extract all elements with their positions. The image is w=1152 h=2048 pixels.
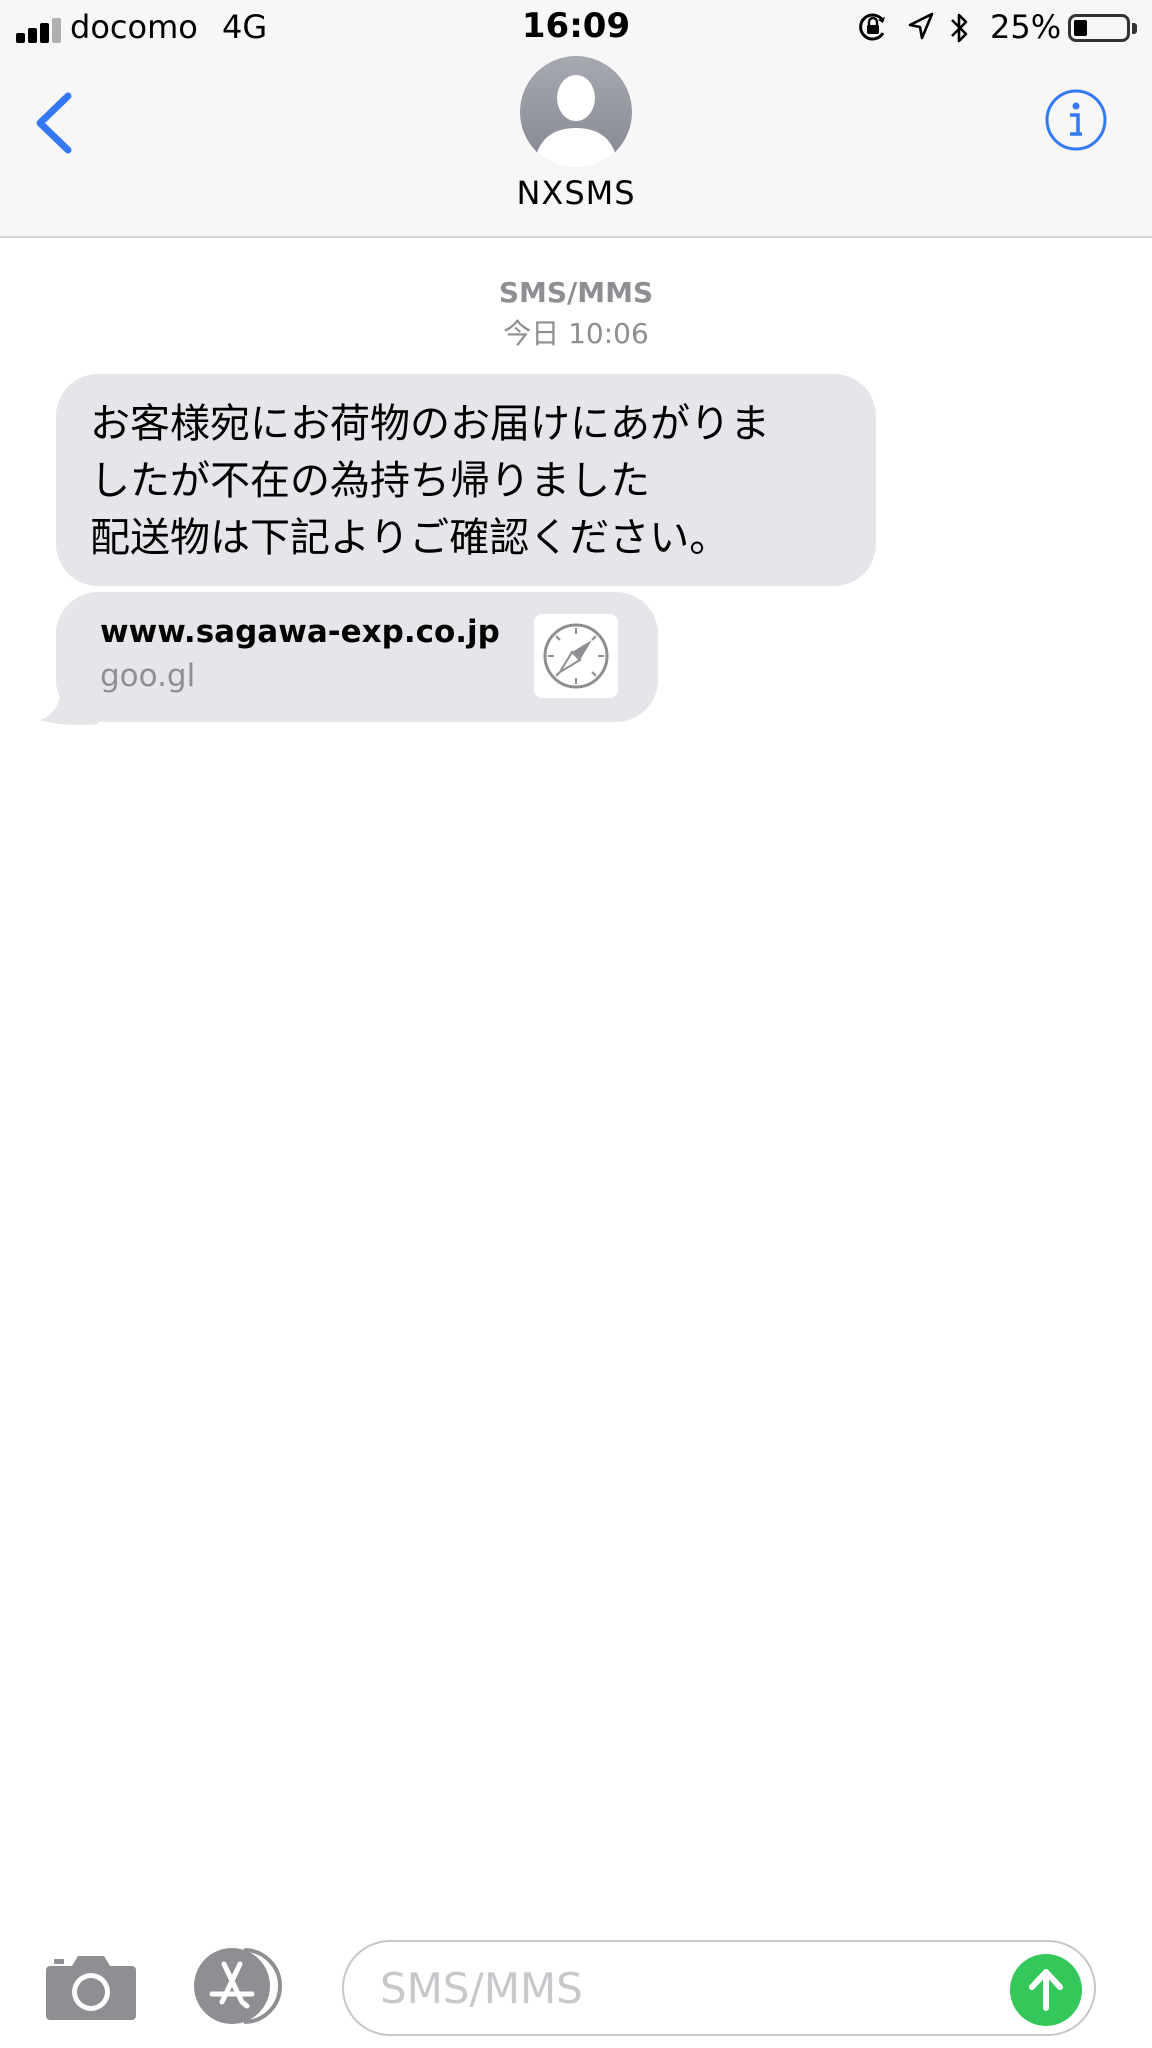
status-bar: docomo 4G 16:09 25% — [0, 0, 1152, 56]
back-chevron-icon[interactable] — [28, 88, 78, 158]
send-button[interactable] — [1010, 1954, 1082, 2026]
location-icon — [908, 12, 934, 40]
status-time: 16:09 — [521, 6, 631, 46]
app-store-icon[interactable] — [192, 1946, 294, 2026]
orientation-lock-icon — [859, 13, 885, 41]
message-service-label: SMS/MMS — [498, 276, 654, 309]
message-timestamp: 今日 10:06 — [503, 317, 649, 350]
link-preview-title[interactable]: www.sagawa-exp.co.jp — [100, 614, 500, 650]
link-preview-domain[interactable]: goo.gl — [100, 658, 195, 694]
send-arrow-icon — [1029, 1969, 1063, 2011]
battery-tip — [1132, 23, 1137, 34]
bluetooth-icon — [951, 13, 968, 43]
safari-compass-icon[interactable] — [534, 614, 618, 698]
message-input-placeholder: SMS/MMS — [380, 1964, 583, 2013]
info-icon[interactable] — [1044, 88, 1108, 152]
conversation-header: NXSMS — [0, 56, 1152, 238]
battery-level — [1074, 20, 1087, 36]
contact-name[interactable]: NXSMS — [0, 174, 1152, 212]
battery-icon — [1068, 14, 1130, 42]
contact-avatar-icon[interactable] — [520, 56, 632, 168]
message-input[interactable]: SMS/MMS — [342, 1940, 1096, 2036]
incoming-message-bubble[interactable]: お客様宛にお荷物のお届けにあがりま したが不在の為持ち帰りました 配送物は下記よ… — [56, 374, 876, 586]
camera-icon[interactable] — [44, 1950, 138, 2022]
bubble-tail — [40, 686, 98, 725]
battery-percent: 25% — [990, 8, 1062, 46]
